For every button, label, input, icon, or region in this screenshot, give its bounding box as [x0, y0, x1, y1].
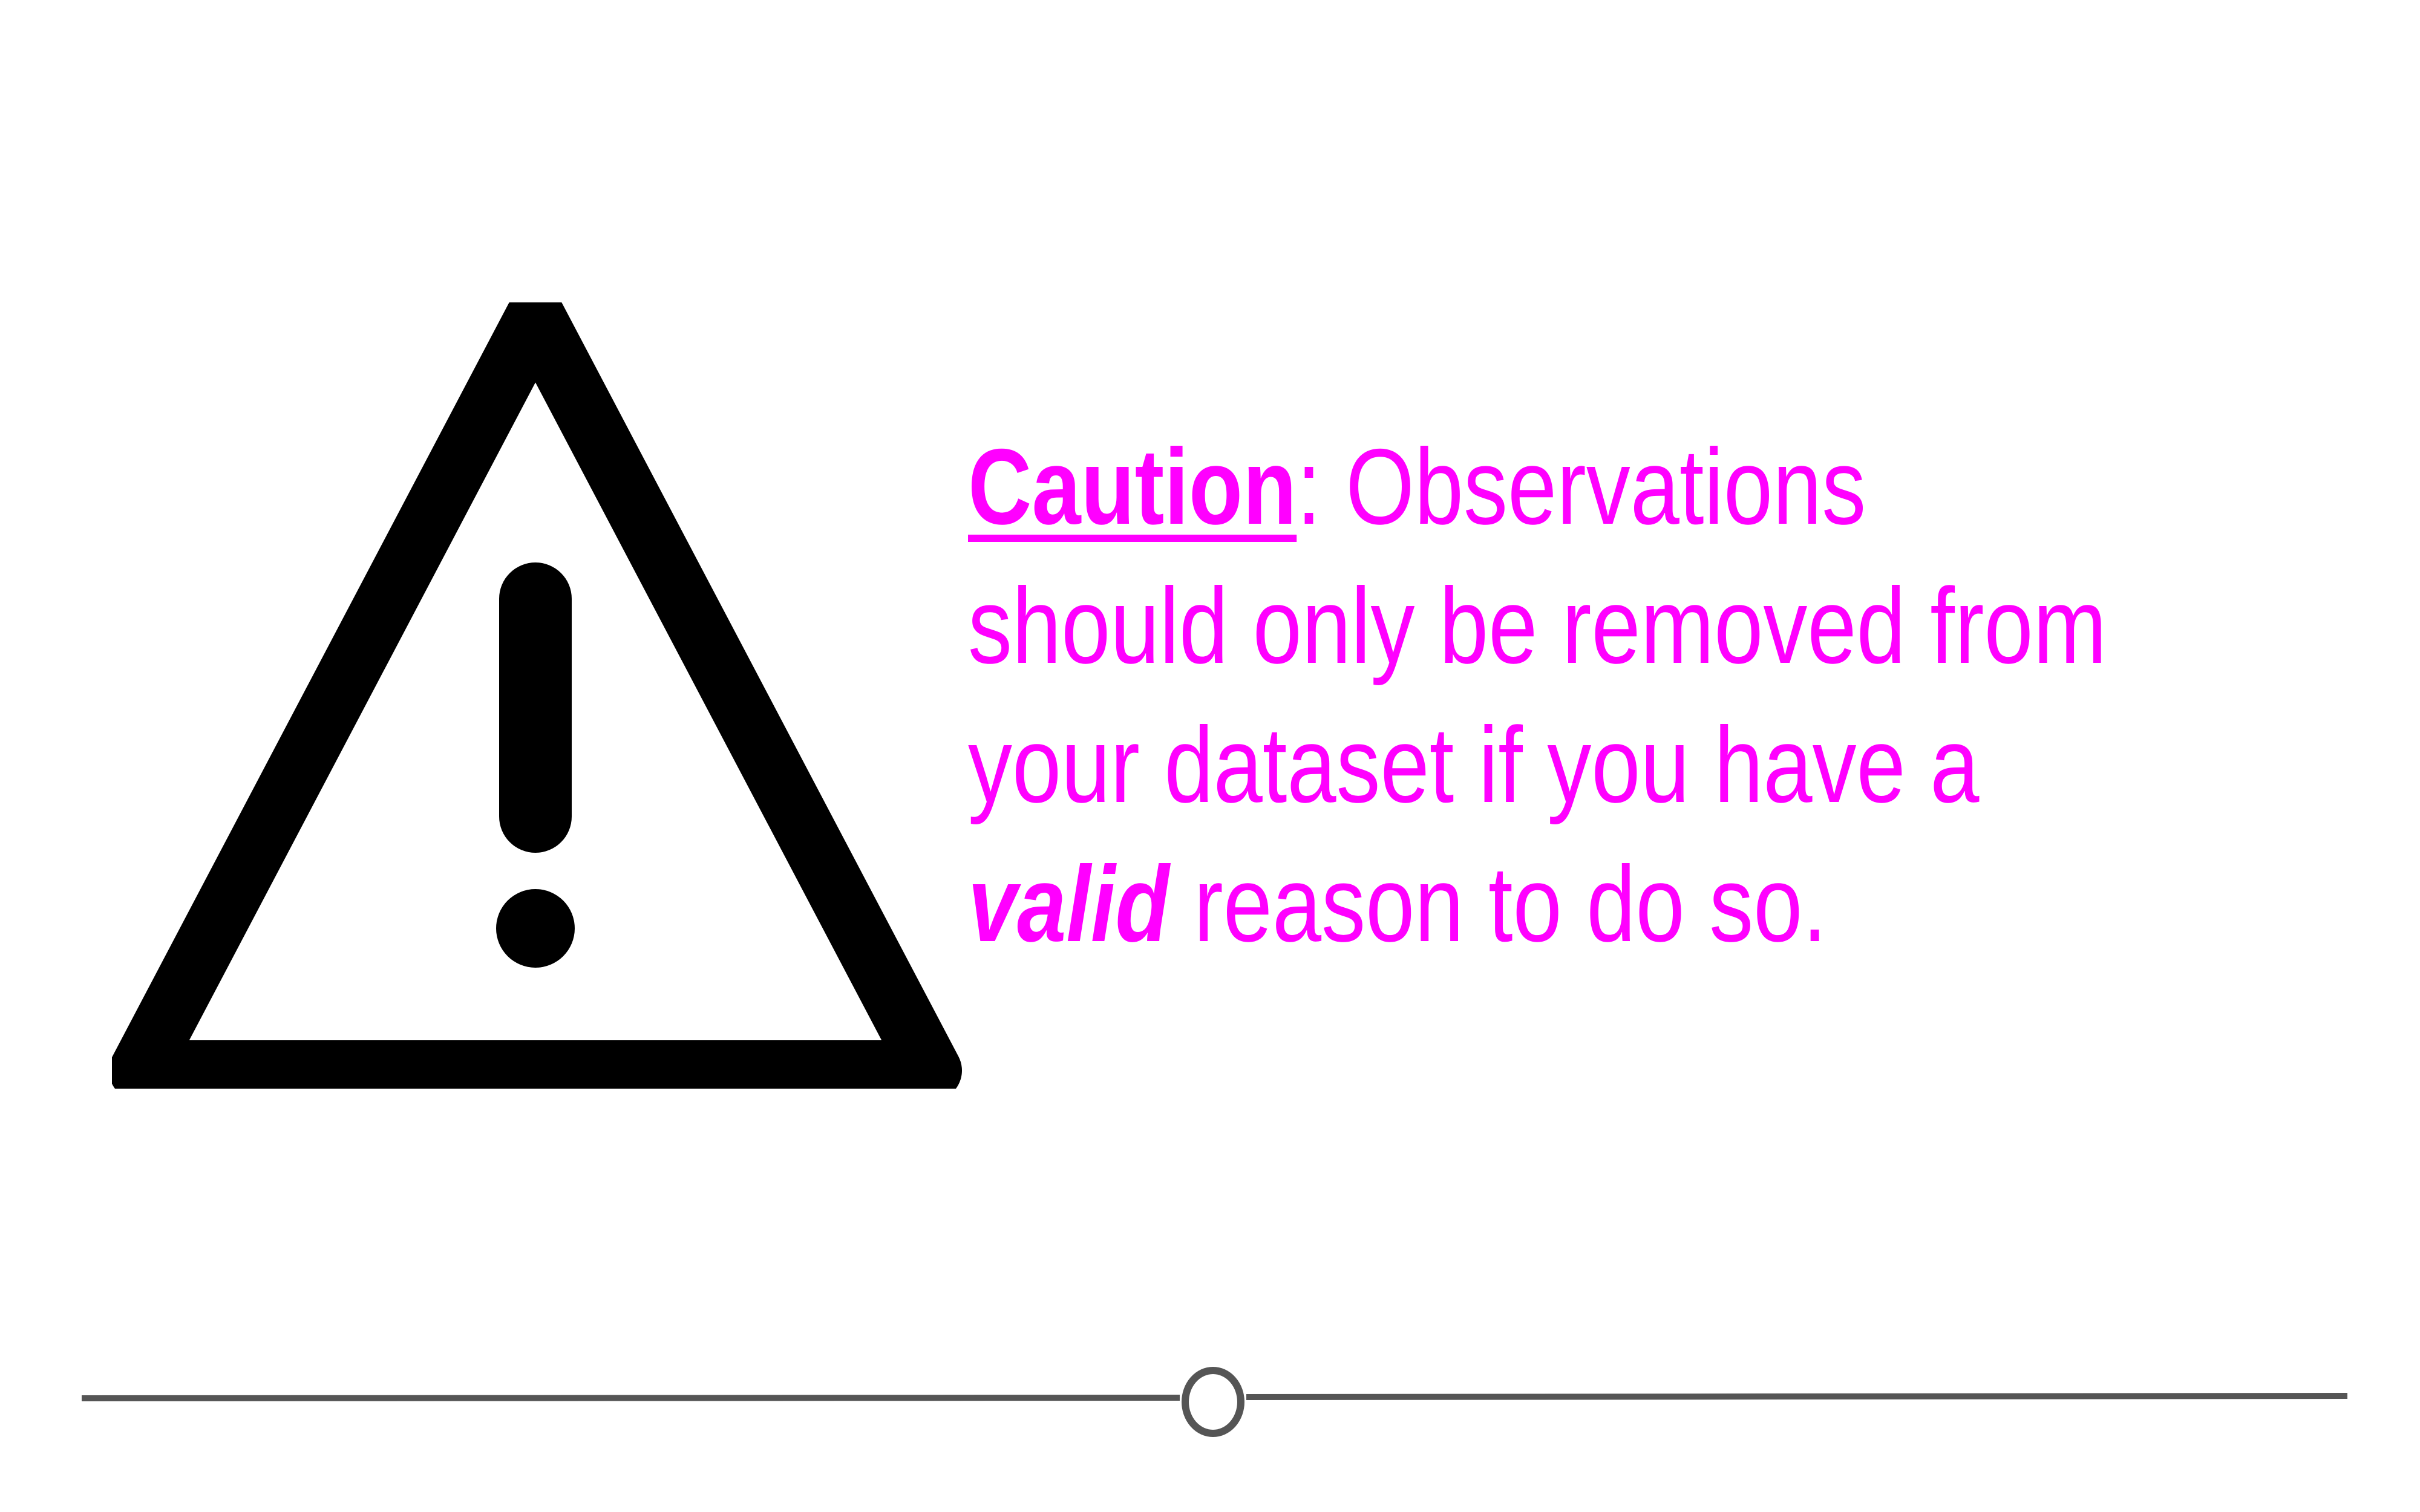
caution-line-1-rest: Observations [1321, 426, 1866, 547]
bottom-divider [81, 1367, 2348, 1437]
divider-knob-icon[interactable] [1182, 1367, 1244, 1437]
caution-line-4: valid reason to do so. [968, 835, 2109, 974]
warning-triangle-icon [112, 302, 962, 1089]
divider-line-right [1246, 1393, 2348, 1400]
valid-word: valid [968, 844, 1169, 964]
exclamation-dot [496, 889, 575, 968]
caution-line-1: Caution: Observations [968, 417, 2109, 556]
caution-message: Caution: Observations should only be rem… [968, 417, 2109, 974]
caution-label: Caution [968, 426, 1297, 547]
caution-line-2: should only be removed from [968, 565, 2107, 686]
caution-separator: : [1297, 426, 1321, 547]
caution-line-4-rest: reason to do so. [1169, 844, 1827, 964]
caution-line-3: your dataset if you have a [968, 705, 1980, 825]
